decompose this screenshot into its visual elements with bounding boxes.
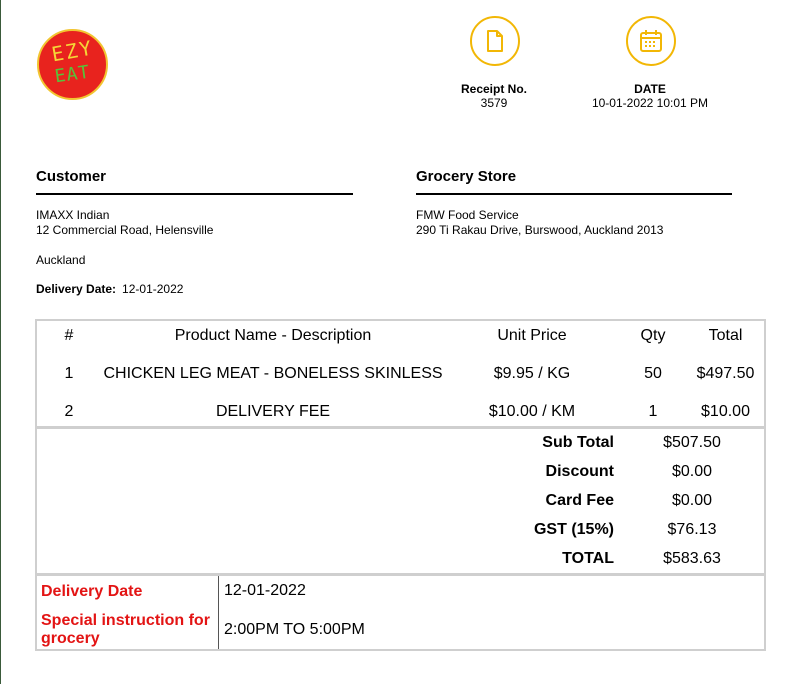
card-fee-value: $0.00 [671,492,713,509]
discount-row: Discount $0.00 [37,463,764,492]
instructions-delivery-value: 12-01-2022 [224,582,306,599]
header-product: Product Name - Description [174,327,372,344]
gst-row: GST (15%) $76.13 [37,521,764,550]
ezy-eat-logo: EZY EAT [37,29,108,100]
row-product: CHICKEN LEG MEAT - BONELESS SKINLESS [103,365,443,382]
items-box: # Product Name - Description Unit Price … [35,319,766,651]
row-unit-price: $10.00 / KM [488,403,576,420]
discount-value: $0.00 [671,463,713,480]
document-icon [470,16,520,66]
delivery-date-line: Delivery Date: 12-01-2022 [36,282,183,296]
customer-city: Auckland [36,253,86,267]
subtotal-row: Sub Total $507.50 [37,434,764,463]
subtotal-label: Sub Total [542,434,614,451]
table-row: 2 DELIVERY FEE $10.00 / KM 1 $10.00 [37,397,764,427]
delivery-date-value: 12-01-2022 [122,282,184,296]
row-unit-price: $9.95 / KG [493,365,571,382]
row-number: 1 [64,365,74,382]
special-instruction-value: 2:00PM TO 5:00PM [224,621,365,638]
table-divider [37,426,764,429]
gst-value: $76.13 [667,521,717,538]
header-total: Total [708,327,743,344]
row-total: $10.00 [701,403,750,420]
row-number: 2 [64,403,74,420]
customer-name: IMAXX Indian [36,208,110,222]
left-edge-line [0,0,1,684]
card-fee-row: Card Fee $0.00 [37,492,764,521]
gst-label: GST (15%) [533,521,614,538]
header-qty: Qty [640,327,666,344]
instructions-column-divider [218,576,219,649]
instructions-delivery-label: Delivery Date [41,583,143,600]
instructions-section: Delivery Date 12-01-2022 Special instruc… [37,576,764,649]
store-street: 290 Ti Rakau Drive, Burswood, Auckland 2… [416,223,664,237]
calendar-icon [626,16,676,66]
special-instruction-label: Special instruction for grocery [41,612,210,647]
table-header-row: # Product Name - Description Unit Price … [37,321,764,351]
row-total: $497.50 [696,365,755,382]
subtotal-value: $507.50 [663,434,721,451]
store-name: FMW Food Service [416,208,519,222]
row-product: DELIVERY FEE [215,403,331,420]
delivery-date-label: Delivery Date: [36,282,117,296]
header-number: # [64,327,74,344]
date-label: DATE [634,82,666,96]
total-label: TOTAL [562,550,614,567]
receipt-number-value: 3579 [480,96,508,110]
header-unit-price: Unit Price [497,327,567,344]
items-table: # Product Name - Description Unit Price … [37,321,764,427]
card-fee-label: Card Fee [545,492,614,509]
receipt-number-label: Receipt No. [460,82,527,96]
grocery-store-heading: Grocery Store [416,168,732,195]
total-value: $583.63 [663,550,721,567]
date-value: 10-01-2022 10:01 PM [591,96,709,110]
table-row: 1 CHICKEN LEG MEAT - BONELESS SKINLESS $… [37,351,764,397]
customer-street: 12 Commercial Road, Helensville [36,223,214,237]
row-qty: 1 [648,403,658,420]
discount-label: Discount [545,463,614,480]
customer-heading: Customer [36,168,353,195]
row-qty: 50 [644,365,662,382]
